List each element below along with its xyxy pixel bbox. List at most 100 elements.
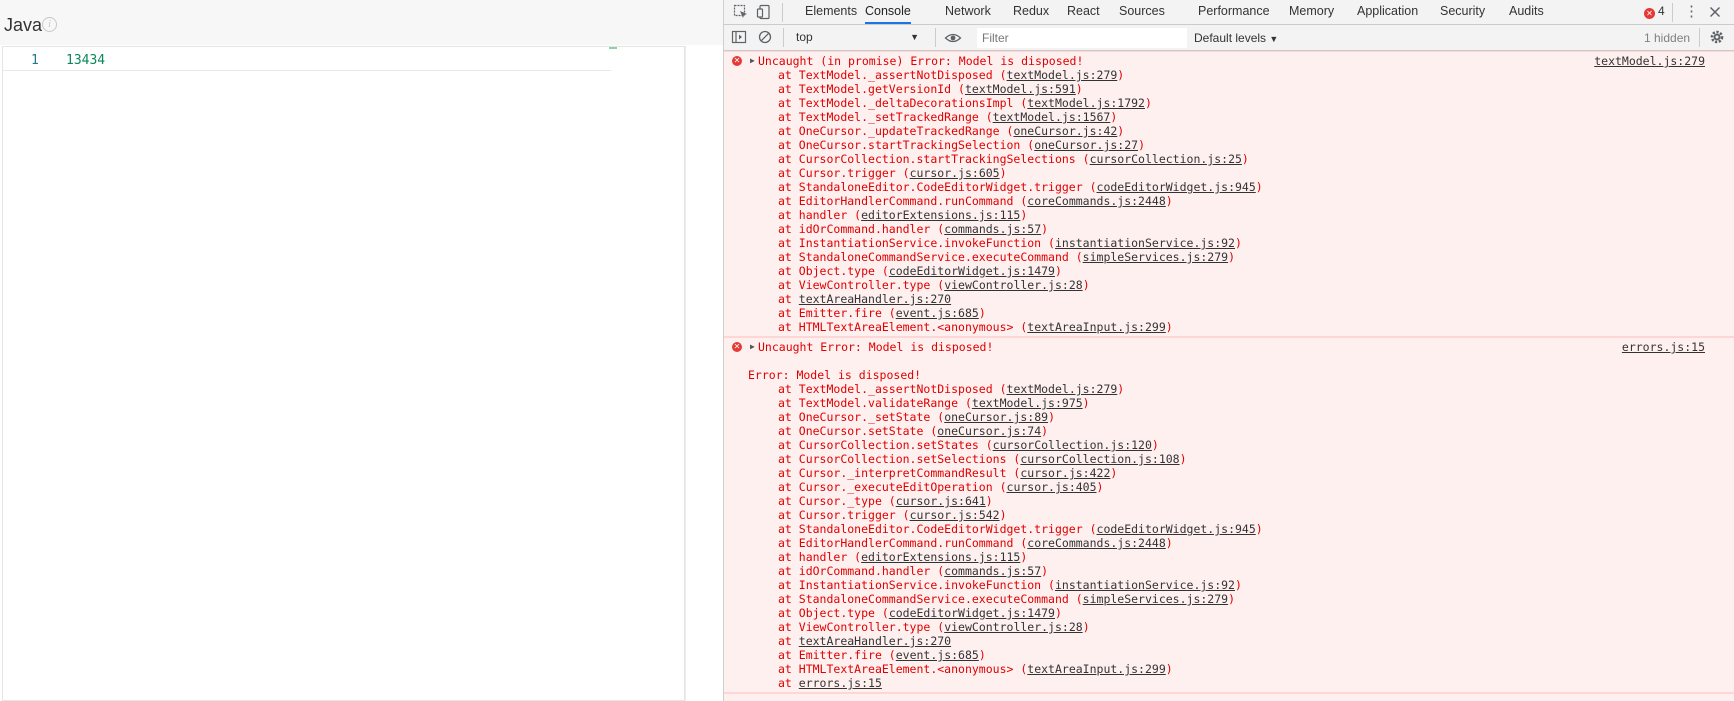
- filter-input[interactable]: [977, 28, 1187, 48]
- stack-frame-link[interactable]: cursorCollection.js:25: [1090, 152, 1242, 166]
- console-error-message[interactable]: ✕ ▶ Uncaught Error: Model is disposed! erro…: [724, 337, 1734, 693]
- stack-frame-link[interactable]: textModel.js:975: [972, 396, 1083, 410]
- stack-frame-link[interactable]: simpleServices.js:279: [1083, 250, 1228, 264]
- stack-frame-link[interactable]: viewController.js:28: [944, 278, 1082, 292]
- paren-open: (: [881, 648, 896, 662]
- eye-icon[interactable]: [944, 30, 962, 47]
- paren-open: (: [881, 306, 896, 320]
- message-header[interactable]: ✕ ▶ Uncaught Error: Model is disposed! erro…: [724, 340, 1734, 354]
- stack-frame: at handler (editorExtensions.js:115): [724, 550, 1734, 564]
- stack-frame-link[interactable]: textModel.js:1567: [993, 110, 1111, 124]
- stack-frame: at OneCursor._updateTrackedRange (oneCur…: [724, 124, 1734, 138]
- gear-icon[interactable]: [1709, 29, 1727, 46]
- tab-security[interactable]: Security: [1440, 0, 1485, 24]
- stack-frame-function: Cursor._executeEditOperation: [798, 480, 993, 494]
- code-line-text[interactable]: 13434: [66, 53, 105, 68]
- devtools-panel: Elements Console Network Redux React Sou…: [723, 0, 1734, 701]
- stack-frame-link[interactable]: textModel.js:591: [965, 82, 1076, 96]
- stack-frame-link[interactable]: codeEditorWidget.js:1479: [889, 264, 1055, 278]
- stack-frame-link[interactable]: codeEditorWidget.js:945: [1097, 180, 1256, 194]
- stack-frame-link[interactable]: textAreaInput.js:299: [1027, 662, 1165, 676]
- stack-frame-link[interactable]: textModel.js:279: [1007, 382, 1118, 396]
- code-editor[interactable]: 1 13434: [2, 46, 685, 701]
- message-source-link[interactable]: errors.js:15: [1622, 340, 1705, 354]
- device-toolbar-icon[interactable]: [756, 4, 774, 21]
- stack-frame-link[interactable]: oneCursor.js:89: [944, 410, 1048, 424]
- log-levels-dropdown[interactable]: Default levels ▼: [1194, 25, 1278, 51]
- stack-frame-link[interactable]: event.js:685: [896, 306, 979, 320]
- paren-open: (: [895, 166, 910, 180]
- dropdown-arrow-icon: ▼: [1269, 34, 1279, 44]
- stack-frame-link[interactable]: oneCursor.js:27: [1034, 138, 1138, 152]
- stack-frame-link[interactable]: viewController.js:28: [944, 620, 1082, 634]
- stack-frame: at ViewController.type (viewController.j…: [724, 620, 1734, 634]
- stack-frame-link[interactable]: editorExtensions.js:115: [861, 208, 1020, 222]
- tab-performance[interactable]: Performance: [1198, 0, 1270, 24]
- stack-frame: at StandaloneEditor.CodeEditorWidget.tri…: [724, 522, 1734, 536]
- stack-frame-link[interactable]: cursor.js:542: [910, 508, 1000, 522]
- stack-frame-link[interactable]: textModel.js:279: [1007, 68, 1118, 82]
- stack-frame-link[interactable]: cursorCollection.js:120: [993, 438, 1152, 452]
- sidebar-toggle-icon[interactable]: [731, 29, 749, 46]
- language-title: Java: [4, 15, 43, 35]
- stack-frame-link[interactable]: textAreaHandler.js:270: [799, 292, 951, 306]
- tab-elements[interactable]: Elements: [805, 0, 857, 24]
- tab-sources[interactable]: Sources: [1119, 0, 1165, 24]
- tab-console[interactable]: Console: [865, 0, 911, 24]
- stack-frame-link[interactable]: coreCommands.js:2448: [1027, 536, 1165, 550]
- stack-frame-prefix: at: [778, 564, 799, 578]
- stack-frame-link[interactable]: textAreaInput.js:299: [1027, 320, 1165, 334]
- stack-frame-link[interactable]: oneCursor.js:74: [937, 424, 1041, 438]
- error-icon: ✕: [1644, 8, 1655, 19]
- stack-frame-link[interactable]: commands.js:57: [944, 564, 1041, 578]
- stack-frame-link[interactable]: cursor.js:605: [910, 166, 1000, 180]
- tab-redux[interactable]: Redux: [1013, 0, 1049, 24]
- inspect-element-icon[interactable]: [733, 4, 751, 21]
- stack-frame-link[interactable]: errors.js:15: [799, 676, 882, 690]
- stack-frame-link[interactable]: cursorCollection.js:108: [1020, 452, 1179, 466]
- stack-frame-function: Object.type: [798, 264, 875, 278]
- stack-frame-link[interactable]: editorExtensions.js:115: [861, 550, 1020, 564]
- tab-audits[interactable]: Audits: [1509, 0, 1544, 24]
- stack-frame-link[interactable]: simpleServices.js:279: [1083, 592, 1228, 606]
- more-options-icon[interactable]: ⋮: [1684, 4, 1699, 21]
- expand-triangle-icon[interactable]: ▶: [750, 54, 755, 68]
- console-error-message[interactable]: [724, 693, 1734, 701]
- tab-application[interactable]: Application: [1357, 0, 1418, 24]
- stack-frame: at InstantiationService.invokeFunction (…: [724, 236, 1734, 250]
- message-header[interactable]: ✕ ▶ Uncaught (in promise) Error: Model is …: [724, 54, 1734, 68]
- stack-frame: at Object.type (codeEditorWidget.js:1479…: [724, 606, 1734, 620]
- message-source-link[interactable]: textModel.js:279: [1594, 54, 1705, 68]
- tab-react[interactable]: React: [1067, 0, 1100, 24]
- stack-frame-link[interactable]: instantiationService.js:92: [1055, 236, 1235, 250]
- stack-frame-link[interactable]: codeEditorWidget.js:1479: [889, 606, 1055, 620]
- stack-frame-link[interactable]: textModel.js:1792: [1027, 96, 1145, 110]
- info-icon[interactable]: i: [42, 17, 57, 32]
- tab-memory[interactable]: Memory: [1289, 0, 1334, 24]
- stack-frame-link[interactable]: instantiationService.js:92: [1055, 578, 1235, 592]
- context-select[interactable]: top ▼: [793, 28, 921, 47]
- stack-frame-link[interactable]: oneCursor.js:42: [1013, 124, 1117, 138]
- clear-console-icon[interactable]: [757, 29, 775, 46]
- stack-frame: at OneCursor.startTrackingSelection (one…: [724, 138, 1734, 152]
- stack-frame-link[interactable]: textAreaHandler.js:270: [799, 634, 951, 648]
- stack-frame-link[interactable]: commands.js:57: [944, 222, 1041, 236]
- paren-open: (: [847, 550, 862, 564]
- console-error-message[interactable]: ✕ ▶ Uncaught (in promise) Error: Model is …: [724, 51, 1734, 337]
- expand-triangle-icon[interactable]: ▶: [750, 340, 755, 354]
- stack-frame-link[interactable]: cursor.js:405: [1007, 480, 1097, 494]
- stack-frame-link[interactable]: coreCommands.js:2448: [1027, 194, 1165, 208]
- stack-frame-link[interactable]: codeEditorWidget.js:945: [1097, 522, 1256, 536]
- hidden-count: 1 hidden: [1644, 31, 1691, 45]
- toolbar-divider: [935, 28, 936, 47]
- paren-close: ): [1165, 536, 1173, 550]
- stack-frame-link[interactable]: cursor.js:422: [1020, 466, 1110, 480]
- stack-frame-link[interactable]: event.js:685: [896, 648, 979, 662]
- editor-header: Java i: [0, 0, 723, 45]
- close-icon[interactable]: [1707, 4, 1725, 21]
- error-count-badge[interactable]: ✕ 4: [1644, 0, 1665, 24]
- stack-frame-link[interactable]: cursor.js:641: [896, 494, 986, 508]
- paren-open: (: [1013, 194, 1028, 208]
- tab-network[interactable]: Network: [945, 0, 991, 24]
- error-count: 4: [1658, 4, 1665, 18]
